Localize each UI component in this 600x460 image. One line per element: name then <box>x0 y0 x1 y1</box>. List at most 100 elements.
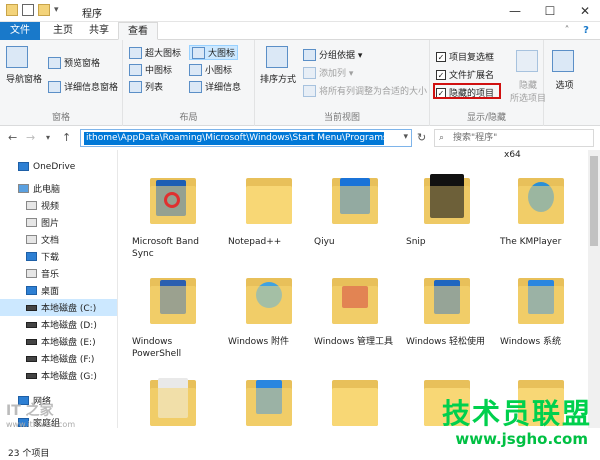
item-checkboxes-toggle[interactable]: ✓ 项目复选框 <box>436 50 494 63</box>
sort-icon <box>265 46 288 68</box>
nav-drive-f[interactable]: 本地磁盘 (F:) <box>0 350 117 367</box>
site-watermark: 技术员联盟 <box>441 397 592 430</box>
nav-pane-label: 导航窗格 <box>6 75 43 85</box>
nav-pictures[interactable]: 图片 <box>0 214 117 231</box>
nav-drive-g[interactable]: 本地磁盘 (G:) <box>0 367 117 384</box>
nav-pane-button[interactable]: 导航窗格 <box>6 46 42 85</box>
ribbon: 导航窗格 预览窗格 详细信息窗格 窗格 超大图标 大图标 中图标 小图标 列表 … <box>0 40 600 126</box>
fit-columns-icon <box>303 84 316 97</box>
layout-group-label: 布局 <box>179 113 198 123</box>
tab-share[interactable]: 共享 <box>82 22 116 40</box>
layout-large-icons[interactable]: 大图标 <box>189 45 239 60</box>
tab-view[interactable]: 查看 <box>118 22 158 40</box>
sort-by-button[interactable]: 排序方式 <box>260 46 296 85</box>
details-icon <box>189 80 202 93</box>
nav-videos[interactable]: 视频 <box>0 197 117 214</box>
address-bar[interactable]: ithome\AppData\Roaming\Microsoft\Windows… <box>80 129 412 147</box>
forward-icon[interactable]: → <box>26 131 35 144</box>
panes-group: 导航窗格 预览窗格 详细信息窗格 窗格 <box>0 40 123 126</box>
folder-icon <box>332 272 378 324</box>
nav-drive-e[interactable]: 本地磁盘 (E:) <box>0 333 117 350</box>
tab-home[interactable]: 主页 <box>46 22 80 40</box>
tab-file[interactable]: 文件 <box>0 22 40 40</box>
layout-medium-icons[interactable]: 中图标 <box>129 63 172 76</box>
desktop-icon <box>26 286 37 295</box>
navigation-pane: OneDrive 此电脑 视频 图片 文档 下载 音乐 桌面 本地磁盘 (C:)… <box>0 150 118 429</box>
nav-this-pc[interactable]: 此电脑 <box>0 180 117 197</box>
videos-icon <box>26 201 37 210</box>
scrollbar-thumb[interactable] <box>590 156 598 246</box>
folder-icon <box>518 172 564 224</box>
new-folder-icon[interactable] <box>38 4 50 16</box>
folder-icon <box>424 272 470 324</box>
folder-icon <box>424 172 470 224</box>
group-by-icon <box>303 48 316 61</box>
title-bar: ▾ 程序 — ☐ ✕ <box>0 0 600 22</box>
list-icon <box>129 80 142 93</box>
help-button[interactable]: ? <box>578 22 594 40</box>
recent-locations-icon[interactable]: ▾ <box>46 133 50 142</box>
checkbox-checked-icon: ✓ <box>436 51 446 62</box>
search-input[interactable]: 搜索"程序" <box>434 129 594 147</box>
medium-icons-icon <box>129 63 142 76</box>
current-view-group-label: 当前视图 <box>323 113 360 123</box>
address-dropdown-icon[interactable]: ▾ <box>403 132 408 142</box>
drive-icon <box>26 338 37 345</box>
folder-icon <box>246 374 292 426</box>
up-icon[interactable]: ↑ <box>62 131 71 144</box>
preview-pane-icon <box>48 56 61 69</box>
folder-icon <box>332 172 378 224</box>
drive-icon <box>26 304 37 311</box>
x64-folder-label: x64 <box>504 150 521 160</box>
nav-drive-c[interactable]: 本地磁盘 (C:) <box>0 299 117 316</box>
drive-icon <box>26 372 37 379</box>
refresh-icon[interactable]: ↻ <box>417 131 426 144</box>
back-icon[interactable]: ← <box>8 131 17 144</box>
vertical-scrollbar[interactable] <box>588 150 600 428</box>
drive-icon <box>26 355 37 362</box>
details-pane-icon <box>48 80 61 93</box>
layout-group: 超大图标 大图标 中图标 小图标 列表 详细信息 布局 <box>123 40 255 126</box>
layout-list[interactable]: 列表 <box>129 80 163 93</box>
window-title: 程序 <box>82 9 102 20</box>
nav-downloads[interactable]: 下载 <box>0 248 117 265</box>
properties-icon[interactable] <box>22 4 34 16</box>
hide-selected-icon <box>515 50 538 72</box>
details-pane-button[interactable]: 详细信息窗格 <box>48 80 118 93</box>
nav-onedrive[interactable]: OneDrive <box>0 158 117 175</box>
folder-icon <box>6 4 18 16</box>
layout-xlarge-icons[interactable]: 超大图标 <box>129 46 181 59</box>
ithome-watermark: IT 之家 <box>6 403 54 419</box>
nav-drive-d[interactable]: 本地磁盘 (D:) <box>0 316 117 333</box>
layout-small-icons[interactable]: 小图标 <box>189 63 232 76</box>
downloads-icon <box>26 252 37 261</box>
maximize-button[interactable]: ☐ <box>535 0 565 22</box>
fit-columns-button[interactable]: 将所有列调整为合适的大小 <box>303 84 427 97</box>
large-icons-icon <box>192 46 205 59</box>
file-list: x64 Microsoft Band Sync Notepad++ Qiyu S… <box>118 150 600 428</box>
panes-group-label: 窗格 <box>51 113 70 123</box>
minimize-button[interactable]: — <box>500 0 530 22</box>
highlight-box <box>433 83 501 99</box>
ribbon-collapse-icon[interactable]: ˄ <box>560 22 574 40</box>
drive-icon <box>26 321 37 328</box>
folder-icon <box>150 272 196 324</box>
customize-toolbar-icon[interactable]: ▾ <box>54 5 59 15</box>
add-columns-button[interactable]: 添加列 ▾ <box>303 66 353 79</box>
group-by-button[interactable]: 分组依据 ▾ <box>303 48 362 61</box>
file-extensions-toggle[interactable]: ✓ 文件扩展名 <box>436 68 494 81</box>
address-path[interactable]: ithome\AppData\Roaming\Microsoft\Windows… <box>84 132 384 145</box>
address-row: ← → ▾ ↑ ithome\AppData\Roaming\Microsoft… <box>0 126 600 150</box>
options-icon <box>552 50 574 72</box>
options-button[interactable]: 选项 <box>552 50 577 91</box>
preview-pane-button[interactable]: 预览窗格 <box>48 56 100 69</box>
hide-selected-button[interactable]: 隐藏 所选项目 <box>510 50 546 104</box>
folder-icon <box>332 374 378 426</box>
close-button[interactable]: ✕ <box>570 0 600 22</box>
nav-desktop[interactable]: 桌面 <box>0 282 117 299</box>
layout-details[interactable]: 详细信息 <box>189 80 241 93</box>
nav-music[interactable]: 音乐 <box>0 265 117 282</box>
onedrive-icon <box>18 162 29 171</box>
nav-pane-icon <box>6 46 28 68</box>
nav-documents[interactable]: 文档 <box>0 231 117 248</box>
